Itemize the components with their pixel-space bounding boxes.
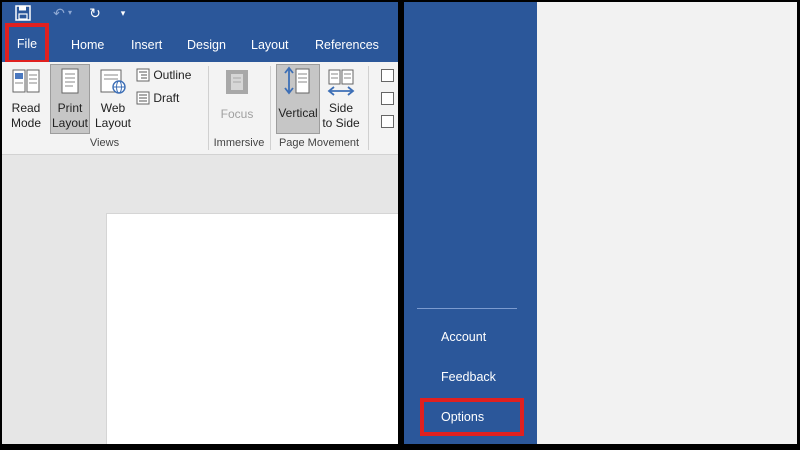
outline-button[interactable]: Outline	[136, 66, 191, 84]
group-separator	[368, 66, 369, 150]
nav-account[interactable]: Account	[441, 330, 486, 344]
focus-button[interactable]: Focus	[214, 66, 260, 134]
quick-access-toolbar: ↶ ▾ ↻ ▾	[2, 2, 398, 26]
tab-insert[interactable]: Insert	[131, 26, 162, 62]
nav-feedback[interactable]: Feedback	[441, 370, 496, 384]
print-layout-icon	[61, 68, 79, 94]
focus-icon	[226, 70, 248, 94]
undo-dropdown-icon[interactable]: ▾	[64, 2, 76, 24]
read-mode-label-1: Read	[11, 101, 41, 115]
print-layout-label-1: Print	[57, 101, 83, 115]
read-mode-button[interactable]: Read Mode	[6, 66, 46, 134]
vertical-icon	[284, 66, 310, 95]
customize-qat-icon[interactable]: ▾	[116, 2, 130, 24]
read-mode-label-2: Mode	[10, 116, 42, 130]
outline-label: Outline	[153, 68, 192, 82]
side-to-side-button[interactable]: Side to Side	[320, 66, 362, 134]
nav-separator	[417, 308, 517, 309]
save-icon[interactable]	[12, 2, 34, 24]
side-to-side-label-1: Side	[328, 101, 354, 115]
outline-icon	[136, 68, 150, 82]
side-to-side-label-2: to Side	[322, 116, 360, 130]
print-layout-button[interactable]: Print Layout	[50, 64, 90, 134]
views-group-label: Views	[89, 137, 120, 149]
web-layout-button[interactable]: Web Layout	[92, 66, 134, 134]
backstage-nav: Account Feedback Options	[404, 2, 537, 444]
read-mode-icon	[12, 69, 40, 93]
navigation-pane-checkbox[interactable]	[381, 115, 394, 128]
print-layout-label-2: Layout	[51, 116, 89, 130]
gridlines-checkbox[interactable]	[381, 92, 394, 105]
document-page[interactable]	[106, 213, 398, 444]
focus-label: Focus	[220, 107, 254, 121]
web-layout-label-2: Layout	[94, 116, 132, 130]
tab-file[interactable]: File	[5, 23, 49, 64]
web-layout-icon	[100, 69, 126, 94]
vertical-button[interactable]: Vertical	[276, 64, 320, 134]
tab-file-label: File	[16, 37, 38, 51]
draft-icon	[136, 91, 150, 105]
side-to-side-icon	[327, 69, 355, 96]
tab-layout[interactable]: Layout	[251, 26, 289, 62]
vertical-label: Vertical	[278, 106, 318, 120]
options-highlight-box	[420, 398, 524, 436]
ruler-checkbox[interactable]	[381, 69, 394, 82]
tab-references[interactable]: References	[315, 26, 379, 62]
draft-button[interactable]: Draft	[136, 89, 179, 107]
ribbon-view: Read Mode Print Layout Web Layout Outlin…	[2, 62, 398, 155]
draft-label: Draft	[153, 91, 180, 105]
word-window: ↶ ▾ ↻ ▾ Home Insert Design Layout Refere…	[2, 2, 398, 444]
web-layout-label-1: Web	[100, 101, 126, 115]
document-area	[2, 155, 398, 444]
page-movement-group-label: Page Movement	[278, 137, 360, 149]
immersive-group-label: Immersive	[213, 137, 265, 149]
tab-design[interactable]: Design	[187, 26, 226, 62]
redo-icon[interactable]: ↻	[84, 2, 106, 24]
ribbon-tabs: Home Insert Design Layout References	[2, 26, 398, 62]
backstage-view: Account Feedback Options	[404, 2, 797, 444]
tab-home[interactable]: Home	[71, 26, 104, 62]
